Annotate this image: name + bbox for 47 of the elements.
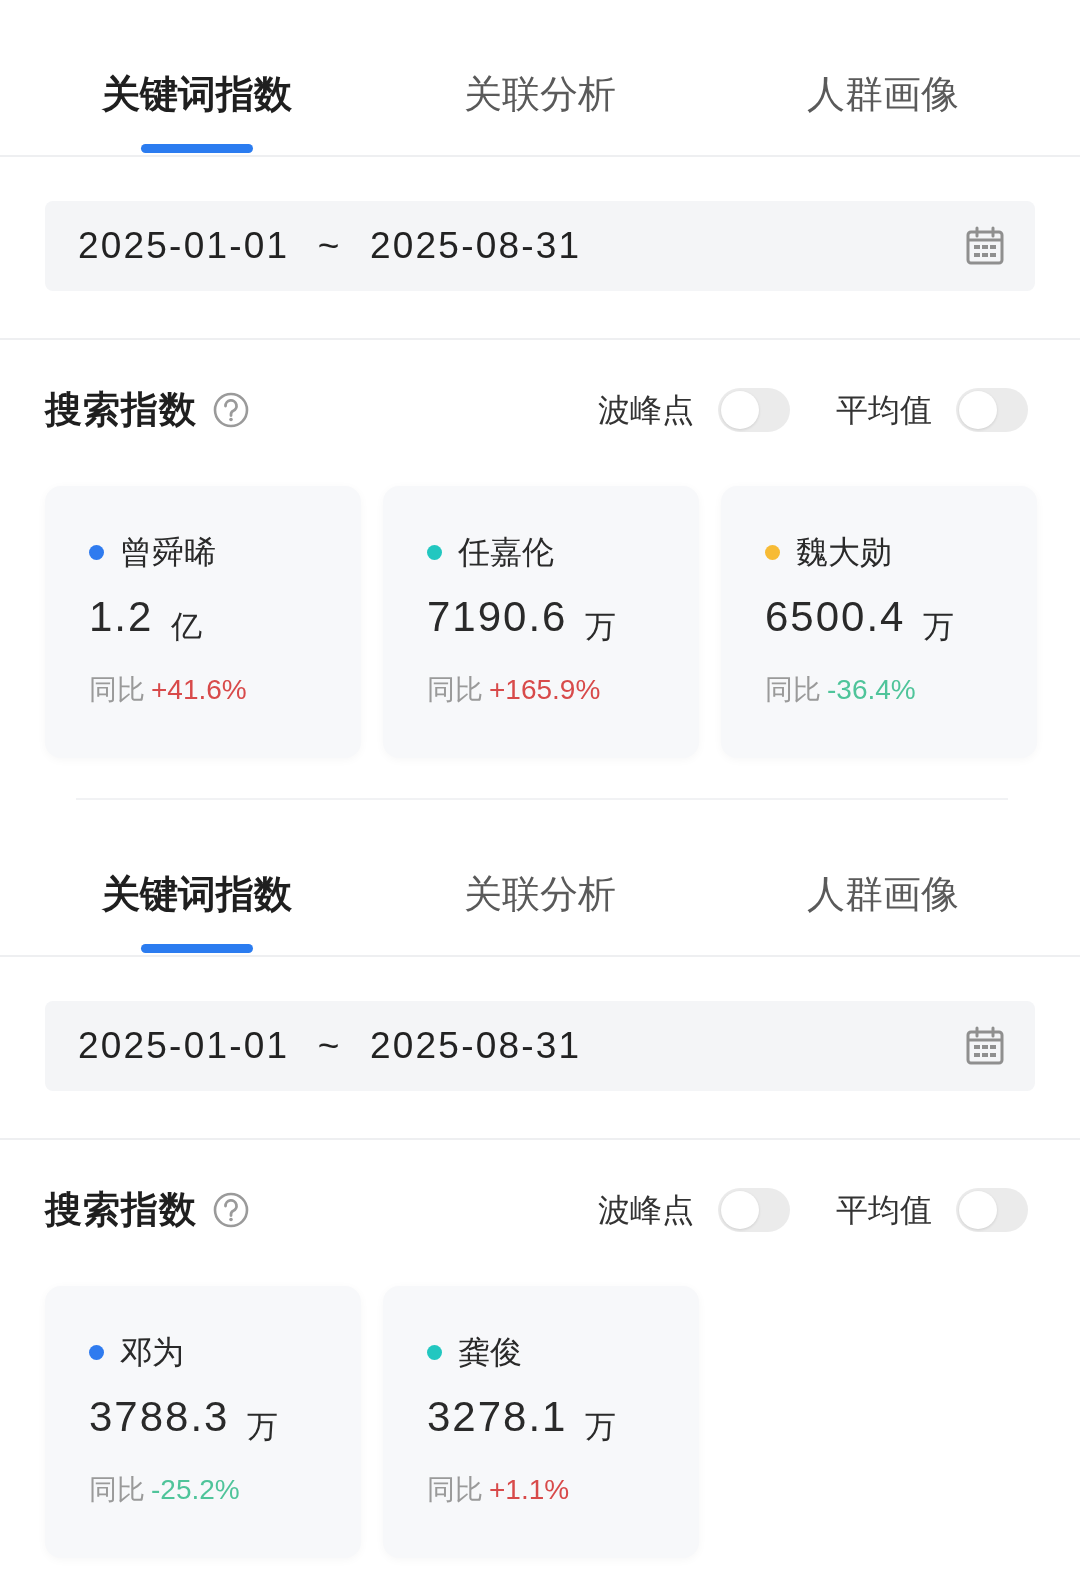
- change-value: +165.9%: [489, 673, 601, 707]
- toggle-switch[interactable]: [718, 1188, 790, 1232]
- tab[interactable]: 人群画像: [806, 70, 959, 153]
- change-label: 同比: [89, 1473, 145, 1507]
- date-range-field[interactable]: 2025-01-01 ~ 2025-08-31: [45, 201, 1035, 291]
- date-range-field[interactable]: 2025-01-01 ~ 2025-08-31: [45, 1001, 1035, 1091]
- keyword-name: 邓为: [120, 1333, 184, 1372]
- keyword-name: 曾舜晞: [120, 533, 216, 572]
- toggle-switch[interactable]: [956, 388, 1028, 432]
- change-value: +41.6%: [151, 673, 247, 707]
- value-unit: 万: [923, 608, 955, 646]
- index-value: 1.2: [89, 592, 154, 642]
- toggle-switch[interactable]: [718, 388, 790, 432]
- tab[interactable]: 关联分析: [464, 70, 616, 153]
- tab[interactable]: 关键词指数: [102, 70, 293, 153]
- toggle-switch[interactable]: [956, 1188, 1028, 1232]
- calendar-icon: [965, 226, 1005, 266]
- help-icon[interactable]: [213, 1192, 249, 1228]
- value-unit: 万: [585, 608, 617, 646]
- keyword-name: 龚俊: [458, 1333, 522, 1372]
- toggle-label: 平均值: [836, 1191, 932, 1230]
- change-label: 同比: [765, 673, 821, 707]
- change-label: 同比: [427, 673, 483, 707]
- value-unit: 万: [585, 1408, 617, 1446]
- value-unit: 亿: [171, 608, 203, 646]
- help-icon[interactable]: [213, 392, 249, 428]
- index-value: 3788.3: [89, 1392, 230, 1442]
- index-value: 3278.1: [427, 1392, 568, 1442]
- index-value: 6500.4: [765, 592, 906, 642]
- change-label: 同比: [427, 1473, 483, 1507]
- tab[interactable]: 关联分析: [464, 870, 616, 953]
- value-unit: 万: [247, 1408, 279, 1446]
- index-value: 7190.6: [427, 592, 568, 642]
- tab[interactable]: 人群画像: [806, 870, 959, 953]
- change-value: +1.1%: [489, 1473, 570, 1507]
- keyword-name: 任嘉伦: [458, 533, 554, 572]
- calendar-icon: [965, 1026, 1005, 1066]
- change-value: -25.2%: [151, 1473, 240, 1507]
- toggle-label: 波峰点: [598, 1191, 694, 1230]
- change-value: -36.4%: [827, 673, 916, 707]
- section-title: 搜索指数: [45, 388, 197, 432]
- keyword-name: 魏大勋: [796, 533, 892, 572]
- toggle-label: 波峰点: [598, 391, 694, 430]
- tab[interactable]: 关键词指数: [102, 870, 293, 953]
- section-title: 搜索指数: [45, 1188, 197, 1232]
- change-label: 同比: [89, 673, 145, 707]
- toggle-label: 平均值: [836, 391, 932, 430]
